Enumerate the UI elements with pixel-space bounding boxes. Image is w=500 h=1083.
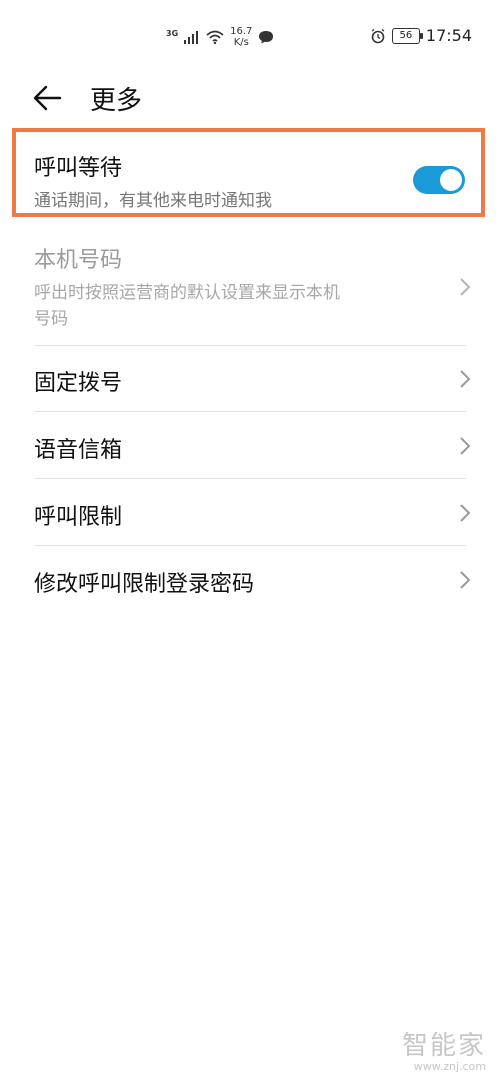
- divider: [34, 478, 466, 479]
- battery-level: 56: [399, 29, 413, 41]
- speed-unit: K/s: [233, 37, 249, 48]
- back-button[interactable]: [30, 82, 66, 114]
- setting-call-waiting[interactable]: 呼叫等待 通话期间，有其他来电时通知我: [34, 150, 466, 214]
- divider: [34, 411, 466, 412]
- message-icon: [259, 31, 274, 44]
- setting-title: 呼叫限制: [34, 505, 123, 530]
- divider: [34, 545, 466, 546]
- wifi-icon: [206, 30, 224, 44]
- status-bar: 3G 16.7 K/s 56 17:54: [0, 0, 500, 72]
- setting-title: 固定拨号: [34, 371, 123, 396]
- setting-voicemail[interactable]: 语音信箱: [34, 432, 471, 464]
- watermark-url: www.znj.com: [413, 1060, 486, 1073]
- battery-indicator: 56: [391, 27, 423, 44]
- network-speed: 16.7 K/s: [230, 26, 252, 48]
- setting-title: 修改呼叫限制登录密码: [34, 572, 255, 597]
- setting-title: 呼叫等待: [34, 156, 123, 181]
- divider: [34, 345, 466, 346]
- page-title: 更多: [90, 86, 143, 116]
- chevron-right-icon: [460, 571, 471, 589]
- watermark: 智能家 www.znj.com: [402, 1025, 486, 1073]
- chevron-right-icon: [460, 504, 471, 522]
- chevron-right-icon: [460, 278, 471, 296]
- setting-title: 语音信箱: [34, 438, 123, 463]
- app-header: 更多: [0, 72, 500, 124]
- alarm-icon: [371, 28, 385, 43]
- status-right-group: 56 17:54: [370, 26, 472, 45]
- setting-change-barring-password[interactable]: 修改呼叫限制登录密码: [34, 566, 471, 598]
- setting-own-number[interactable]: 本机号码 呼出时按照运营商的默认设置来显示本机 号码: [34, 242, 471, 332]
- watermark-logo: 智能家: [401, 1031, 486, 1061]
- call-waiting-toggle[interactable]: [413, 166, 465, 194]
- speed-value: 16.7: [230, 26, 253, 37]
- signal-icon: [184, 31, 199, 44]
- network-type-label: 3G: [166, 28, 179, 38]
- chevron-right-icon: [460, 370, 471, 388]
- status-network-group: 3G 16.7 K/s: [166, 26, 274, 48]
- toggle-knob: [440, 169, 462, 191]
- clock: 17:54: [425, 26, 472, 45]
- chevron-right-icon: [460, 437, 471, 455]
- setting-subtitle-line2: 号码: [34, 309, 68, 329]
- arrow-left-icon: [33, 85, 62, 111]
- setting-fixed-dialing[interactable]: 固定拨号: [34, 365, 471, 397]
- setting-title: 本机号码: [34, 248, 123, 273]
- setting-call-barring[interactable]: 呼叫限制: [34, 499, 471, 531]
- setting-subtitle: 通话期间，有其他来电时通知我: [34, 191, 272, 211]
- setting-subtitle-line1: 呼出时按照运营商的默认设置来显示本机: [34, 283, 340, 303]
